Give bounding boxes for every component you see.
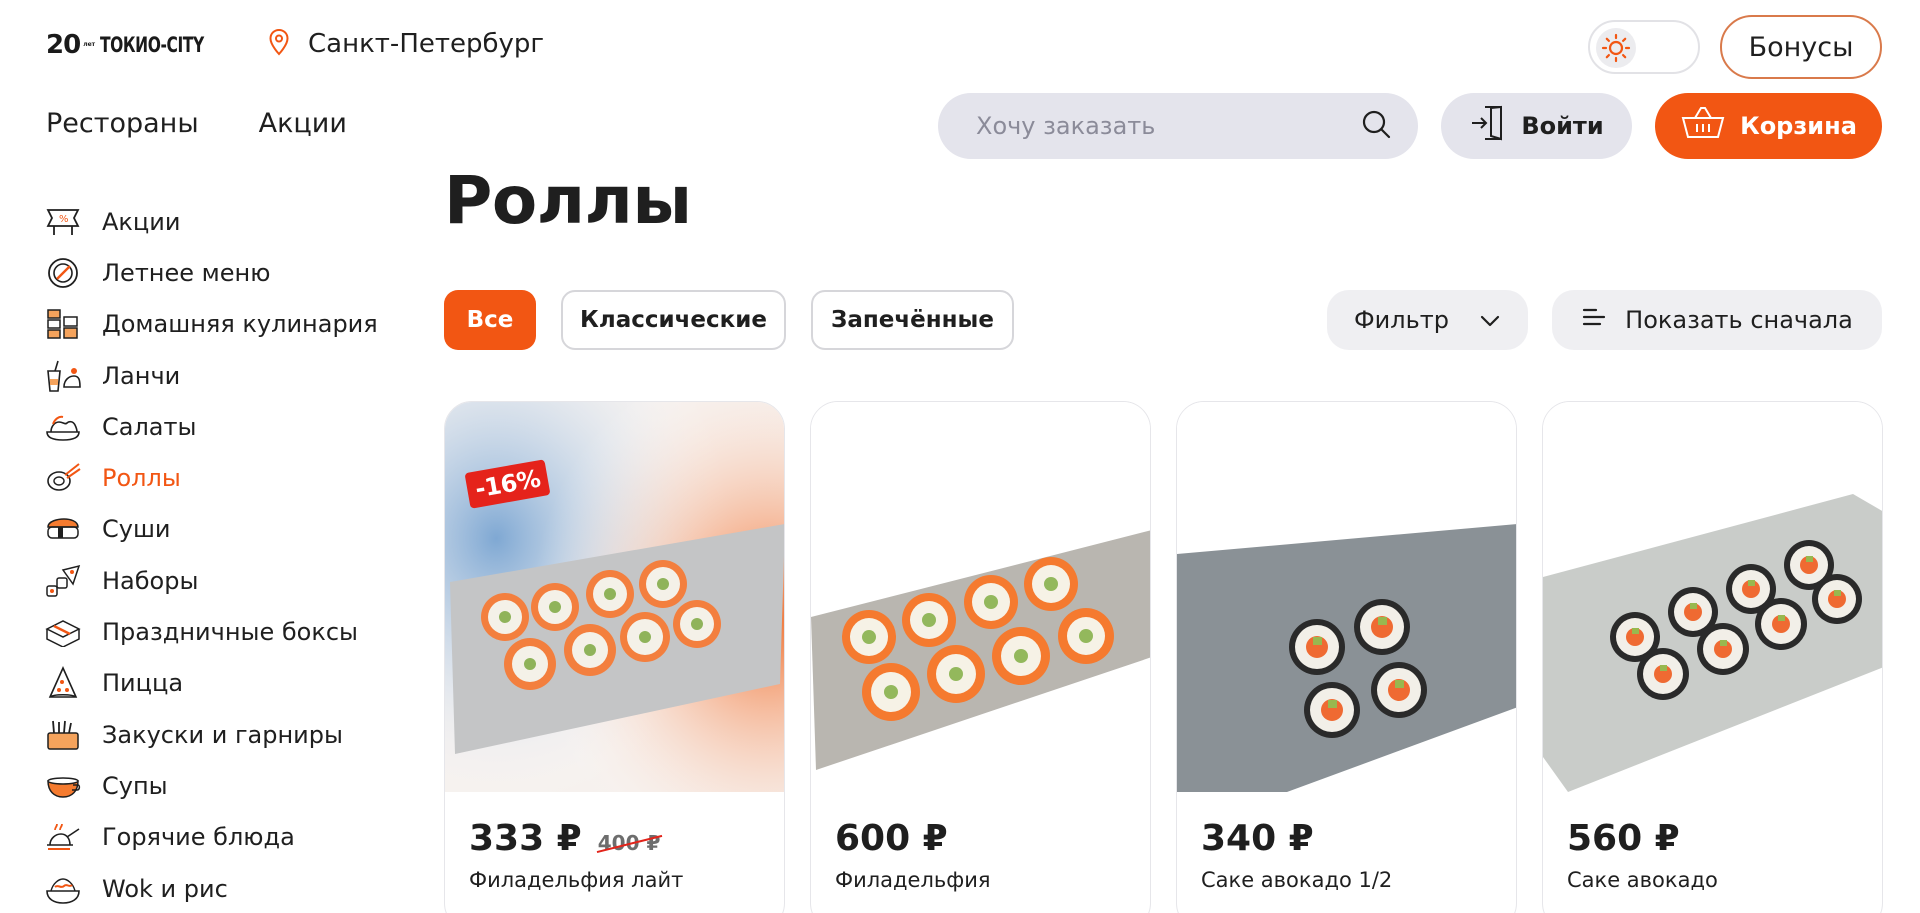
sidebar-item-label: Закуски и гарниры xyxy=(102,720,343,749)
bonus-button[interactable]: Бонусы xyxy=(1720,15,1882,79)
product-name[interactable]: Саке авокадо xyxy=(1567,868,1718,892)
sidebar-item-label: Праздничные боксы xyxy=(102,618,358,647)
hot-dishes-icon xyxy=(44,818,82,856)
product-price: 600 ₽ xyxy=(835,818,948,859)
product-image[interactable] xyxy=(445,402,784,792)
product-old-price: 400 ₽ xyxy=(597,831,661,855)
sort-label: Показать сначала xyxy=(1625,306,1853,334)
sidebar-item-sets[interactable]: Наборы xyxy=(44,555,384,606)
sidebar-item-label: Пицца xyxy=(102,669,184,698)
sidebar-item-snacks[interactable]: Закуски и гарниры xyxy=(44,709,384,760)
pizza-icon xyxy=(44,664,82,702)
snacks-icon xyxy=(44,716,82,754)
logo-brand: ТОКИО-CITY xyxy=(100,33,204,57)
sidebar-item-label: Роллы xyxy=(102,464,181,493)
sidebar-item-label: Наборы xyxy=(102,566,199,595)
product-price: 560 ₽ xyxy=(1567,818,1680,859)
product-name[interactable]: Саке авокадо 1/2 xyxy=(1201,868,1392,892)
category-sidebar: % Акции Летнее меню Домашняя кулинария Л… xyxy=(44,196,384,913)
chip-all[interactable]: Все xyxy=(444,290,536,350)
login-icon xyxy=(1469,103,1509,149)
product-card[interactable]: 600 ₽ Филадельфия xyxy=(810,401,1151,913)
sidebar-item-rolls[interactable]: Роллы xyxy=(44,452,384,503)
rolls-icon xyxy=(44,459,82,497)
product-name[interactable]: Филадельфия xyxy=(835,868,991,892)
sidebar-item-label: Супы xyxy=(102,771,168,800)
sort-icon xyxy=(1581,306,1607,334)
sidebar-item-home-cooking[interactable]: Домашняя кулинария xyxy=(44,299,384,350)
product-image[interactable] xyxy=(1177,402,1516,792)
top-nav: Рестораны Акции xyxy=(46,108,347,139)
soup-icon xyxy=(44,767,82,805)
sidebar-item-hot-dishes[interactable]: Горячие блюда xyxy=(44,812,384,863)
product-card[interactable]: 340 ₽ Саке авокадо 1/2 xyxy=(1176,401,1517,913)
search-icon[interactable] xyxy=(1360,108,1392,144)
sidebar-item-label: Салаты xyxy=(102,412,197,441)
sidebar-item-summer-menu[interactable]: Летнее меню xyxy=(44,247,384,298)
product-image[interactable] xyxy=(811,402,1150,792)
sidebar-item-label: Горячие блюда xyxy=(102,823,295,852)
logo-small-text: лет xyxy=(83,41,96,48)
price-row: 600 ₽ xyxy=(835,818,948,859)
sidebar-item-holiday-boxes[interactable]: Праздничные боксы xyxy=(44,606,384,657)
salad-icon xyxy=(44,408,82,446)
theme-toggle[interactable] xyxy=(1588,20,1700,74)
wok-icon xyxy=(44,870,82,908)
search-input[interactable]: Хочу заказать xyxy=(976,112,1360,140)
product-image[interactable] xyxy=(1543,402,1882,792)
sidebar-item-promotions[interactable]: % Акции xyxy=(44,196,384,247)
product-name[interactable]: Филадельфия лайт xyxy=(469,868,683,892)
price-row: 333 ₽ 400 ₽ xyxy=(469,818,660,859)
logo[interactable]: 20 лет ТОКИО-CITY xyxy=(46,30,227,60)
home-cooking-icon xyxy=(44,305,82,343)
promo-icon: % xyxy=(44,203,82,241)
chip-baked[interactable]: Запечённые xyxy=(811,290,1014,350)
sidebar-item-sushi[interactable]: Суши xyxy=(44,504,384,555)
sets-icon xyxy=(44,562,82,600)
login-button[interactable]: Войти xyxy=(1441,93,1632,159)
sidebar-item-label: Домашняя кулинария xyxy=(102,310,378,339)
sidebar-item-label: Wok и рис xyxy=(102,874,228,903)
logo-number: 20 xyxy=(46,30,81,60)
sun-icon xyxy=(1596,28,1636,68)
chevron-down-icon xyxy=(1479,306,1501,334)
sushi-icon xyxy=(44,510,82,548)
price-row: 560 ₽ xyxy=(1567,818,1680,859)
nav-restaurants[interactable]: Рестораны xyxy=(46,108,199,139)
nav-promotions[interactable]: Акции xyxy=(259,108,347,139)
page-title: Роллы xyxy=(444,162,692,239)
filter-label: Фильтр xyxy=(1354,306,1449,334)
sidebar-item-lunch[interactable]: Ланчи xyxy=(44,350,384,401)
product-price: 340 ₽ xyxy=(1201,818,1314,859)
lunch-icon xyxy=(44,357,82,395)
chip-classic[interactable]: Классические xyxy=(561,290,786,350)
location-pin-icon xyxy=(268,28,290,60)
holiday-box-icon xyxy=(44,613,82,651)
price-row: 340 ₽ xyxy=(1201,818,1314,859)
sidebar-item-salads[interactable]: Салаты xyxy=(44,401,384,452)
cart-button[interactable]: Корзина xyxy=(1655,93,1882,159)
sidebar-item-label: Акции xyxy=(102,207,181,236)
product-price: 333 ₽ xyxy=(469,818,582,859)
cart-label: Корзина xyxy=(1740,112,1857,140)
city-selector[interactable]: Санкт-Петербург xyxy=(268,28,544,60)
product-card[interactable]: -16% 333 ₽ 400 ₽ Филадельфия лайт xyxy=(444,401,785,913)
sidebar-item-pizza[interactable]: Пицца xyxy=(44,658,384,709)
summer-menu-icon xyxy=(44,254,82,292)
product-card[interactable]: 560 ₽ Саке авокадо xyxy=(1542,401,1883,913)
search-bar[interactable]: Хочу заказать xyxy=(938,93,1418,159)
svg-text:%: % xyxy=(59,214,69,225)
filter-button[interactable]: Фильтр xyxy=(1327,290,1528,350)
login-label: Войти xyxy=(1521,112,1604,140)
sidebar-item-label: Ланчи xyxy=(102,361,181,390)
basket-icon xyxy=(1680,105,1726,147)
sidebar-item-label: Суши xyxy=(102,515,171,544)
sidebar-item-wok[interactable]: Wok и рис xyxy=(44,863,384,913)
sidebar-item-soups[interactable]: Супы xyxy=(44,760,384,811)
city-name: Санкт-Петербург xyxy=(308,29,545,59)
sort-button[interactable]: Показать сначала xyxy=(1552,290,1882,350)
sidebar-item-label: Летнее меню xyxy=(102,258,271,287)
